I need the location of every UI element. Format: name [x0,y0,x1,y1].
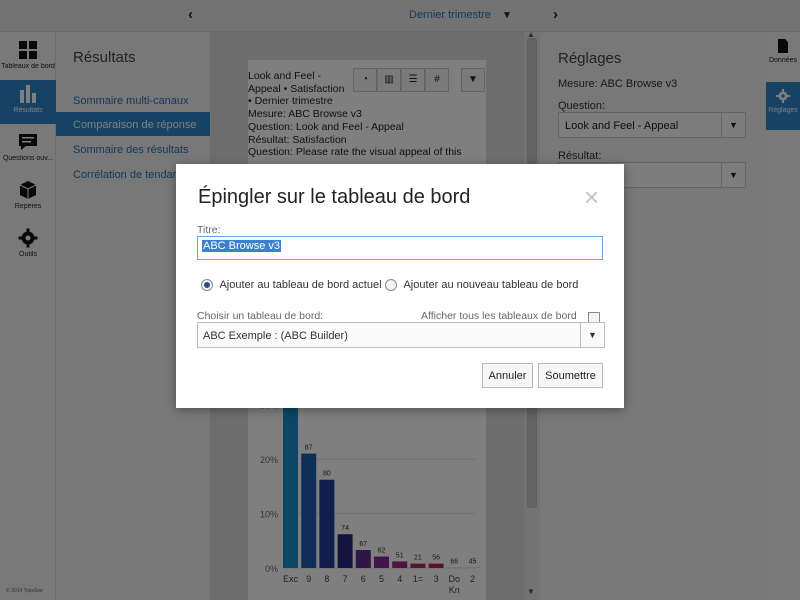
dashboard-selected: ABC Exemple : (ABC Builder) [203,330,348,342]
radio-selected-icon [201,279,213,292]
dashboard-select[interactable]: ABC Exemple : (ABC Builder) ▼ [197,322,605,348]
title-input-value: ABC Browse v3 [202,240,282,252]
radio-current-dashboard[interactable]: Ajouter au tableau de bord actuel [201,279,382,295]
radio-unselected-icon [385,279,397,292]
chevron-down-icon: ▼ [580,323,604,347]
choose-dashboard-label: Choisir un tableau de bord: [197,310,324,322]
show-all-label: Afficher tous les tableaux de bord [421,310,577,322]
submit-button[interactable]: Soumettre [538,363,603,388]
radio-new-label: Ajouter au nouveau tableau de bord [403,279,579,291]
pin-dashboard-dialog: Épingler sur le tableau de bord × Titre:… [176,164,624,408]
title-input[interactable]: ABC Browse v3 [197,236,603,260]
close-icon[interactable]: × [584,184,599,210]
title-field-label: Titre: [197,224,221,236]
cancel-button[interactable]: Annuler [482,363,533,388]
radio-current-label: Ajouter au tableau de bord actuel [219,279,382,291]
dialog-title: Épingler sur le tableau de bord [198,186,471,208]
radio-new-dashboard[interactable]: Ajouter au nouveau tableau de bord [385,279,578,295]
